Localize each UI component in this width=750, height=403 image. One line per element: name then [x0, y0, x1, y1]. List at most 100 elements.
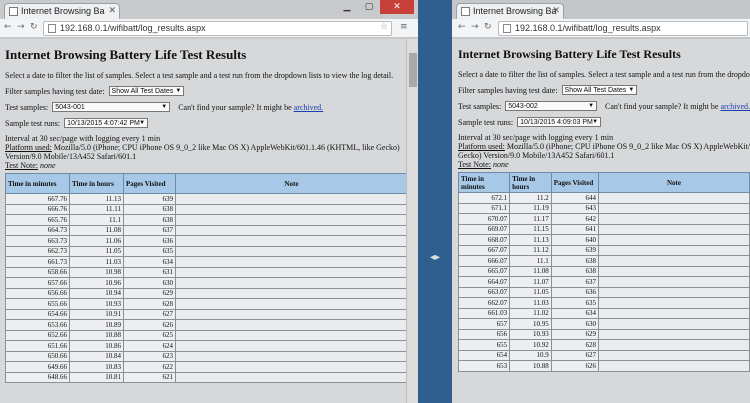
test-sample-select-value: 5043-002 [508, 103, 538, 110]
note-cell [598, 223, 750, 235]
interval-text: Interval at 30 sec/page with logging eve… [5, 134, 161, 143]
minimize-icon[interactable]: ▁ [336, 0, 358, 14]
table-cell: 658.66 [5, 266, 70, 278]
forward-icon[interactable]: → [471, 22, 479, 32]
browser-tab[interactable]: Internet Browsing Ba ✕ [456, 3, 564, 19]
reload-icon[interactable]: ↻ [484, 22, 492, 32]
window-divider: ◂▸ [418, 0, 452, 403]
table-cell: 669.07 [457, 223, 511, 235]
table-cell: 653.66 [5, 319, 70, 331]
table-row: 666.76 11.11 638 [5, 203, 408, 215]
table-cell: 11.03 [509, 297, 552, 309]
note-cell [175, 277, 408, 289]
note-cell [175, 340, 408, 352]
close-tab-icon[interactable]: ✕ [108, 5, 116, 16]
note-cell [175, 361, 408, 373]
menu-icon[interactable]: ≡ [400, 22, 408, 32]
close-window-icon[interactable]: ✕ [380, 0, 414, 14]
test-run-select-value: 10/13/2015 4:09:03 PM [520, 119, 593, 126]
close-tab-icon[interactable]: ✕ [552, 5, 560, 16]
note-cell [598, 349, 750, 361]
maximize-icon[interactable]: ▢ [358, 0, 380, 14]
table-row: 664.07 11.07 637 [457, 276, 750, 288]
test-run-select[interactable]: 10/13/2015 4:07:42 PM ▼ [64, 118, 149, 128]
table-row: 662.73 11.05 635 [5, 245, 408, 257]
test-sample-select[interactable]: 5043-002 ▼ [505, 101, 598, 111]
vertical-scrollbar[interactable] [406, 39, 418, 403]
note-cell [598, 286, 750, 298]
table-cell: 644 [550, 192, 600, 204]
table-cell: 11.11 [69, 203, 124, 215]
test-date-select-value: Show All Test Dates [111, 88, 174, 95]
scrollbar-thumb[interactable] [409, 53, 417, 87]
tab-strip: Internet Browsing Ba ✕ ▁ ▢ ✕ [0, 0, 418, 19]
table-cell: 637 [123, 224, 176, 236]
page-favicon-icon [461, 7, 470, 16]
table-cell: 10.84 [69, 350, 124, 362]
chevron-down-icon: ▼ [161, 104, 168, 110]
table-row: 650.66 10.84 623 [5, 350, 408, 362]
table-cell: 10.86 [69, 340, 124, 352]
table-cell: 10.94 [69, 287, 124, 299]
test-note-label: Test Note: [458, 160, 491, 169]
table-cell: 643 [550, 202, 600, 214]
table-cell: 672.1 [457, 192, 511, 204]
table-cell: 11.15 [509, 223, 552, 235]
table-row: 664.73 11.08 637 [5, 224, 408, 236]
column-header: Pages Visited [123, 173, 176, 194]
table-cell: 634 [123, 256, 176, 268]
samples-row: Test samples: 5043-001 ▼ Can't find your … [5, 102, 418, 112]
table-cell: 662.07 [457, 297, 511, 309]
table-cell: 656.66 [5, 287, 70, 299]
table-cell: 666.76 [5, 203, 70, 215]
back-icon[interactable]: ← [458, 22, 466, 32]
reload-icon[interactable]: ↻ [30, 22, 38, 32]
column-header: Note [598, 172, 750, 193]
table-cell: 636 [550, 286, 600, 298]
note-cell [175, 224, 408, 236]
back-icon[interactable]: ← [4, 22, 12, 32]
page-icon [503, 24, 511, 33]
archived-link[interactable]: archived. [294, 103, 324, 112]
page-icon [48, 24, 56, 33]
table-cell: 654.66 [5, 308, 70, 320]
resize-handle-icon[interactable]: ◂▸ [430, 252, 440, 266]
table-cell: 670.07 [457, 213, 511, 225]
forward-icon[interactable]: → [17, 22, 25, 32]
note-cell [598, 297, 750, 309]
address-bar[interactable]: 192.168.0.1/wifibatt/log_results.aspx ☆ [43, 21, 392, 36]
address-bar[interactable]: 192.168.0.1/wifibatt/log_results.aspx [498, 21, 748, 36]
table-body: 672.1 11.2 644 671.1 11.19 643 670.07 11.17 642 6… [457, 192, 750, 372]
column-header: Time in hours [69, 173, 124, 194]
table-cell: 10.98 [69, 266, 124, 278]
table-row: 658.66 10.98 631 [5, 266, 408, 278]
table-cell: 638 [550, 255, 600, 267]
note-cell [598, 360, 750, 372]
test-run-select[interactable]: 10/13/2015 4:09:03 PM ▼ [517, 117, 602, 127]
table-cell: 667.07 [457, 244, 511, 256]
table-cell: 653 [457, 360, 511, 372]
test-date-select[interactable]: Show All Test Dates ▼ [108, 86, 185, 96]
table-row: 661.03 11.02 634 [457, 307, 750, 319]
runs-row: Sample test runs: 10/13/2015 4:09:03 PM ▼ [458, 117, 750, 127]
table-row: 653.66 10.89 626 [5, 319, 408, 331]
table-cell: 666.07 [457, 255, 511, 267]
table-cell: 11.1 [509, 255, 552, 267]
column-header: Time in minutes [457, 172, 511, 193]
bookmark-star-icon[interactable]: ☆ [380, 22, 388, 32]
note-cell [175, 308, 408, 320]
note-cell [175, 329, 408, 341]
column-header: Time in minutes [5, 173, 70, 194]
browser-tab[interactable]: Internet Browsing Ba ✕ [4, 3, 120, 19]
note-cell [175, 256, 408, 268]
table-cell: 638 [550, 265, 600, 277]
table-row: 653 10.88 626 [457, 360, 750, 372]
tab-strip: Internet Browsing Ba ✕ [452, 0, 750, 19]
table-cell: 652.66 [5, 329, 70, 341]
test-date-select[interactable]: Show All Test Dates ▼ [561, 85, 638, 95]
column-header: Time in hours [509, 172, 552, 193]
browser-toolbar: ← → ↻ 192.168.0.1/wifibatt/log_results.a… [452, 19, 750, 38]
test-sample-select[interactable]: 5043-001 ▼ [52, 102, 171, 112]
browser-toolbar: ← → ↻ 192.168.0.1/wifibatt/log_results.a… [0, 19, 418, 38]
archived-link[interactable]: archived. [720, 102, 750, 111]
